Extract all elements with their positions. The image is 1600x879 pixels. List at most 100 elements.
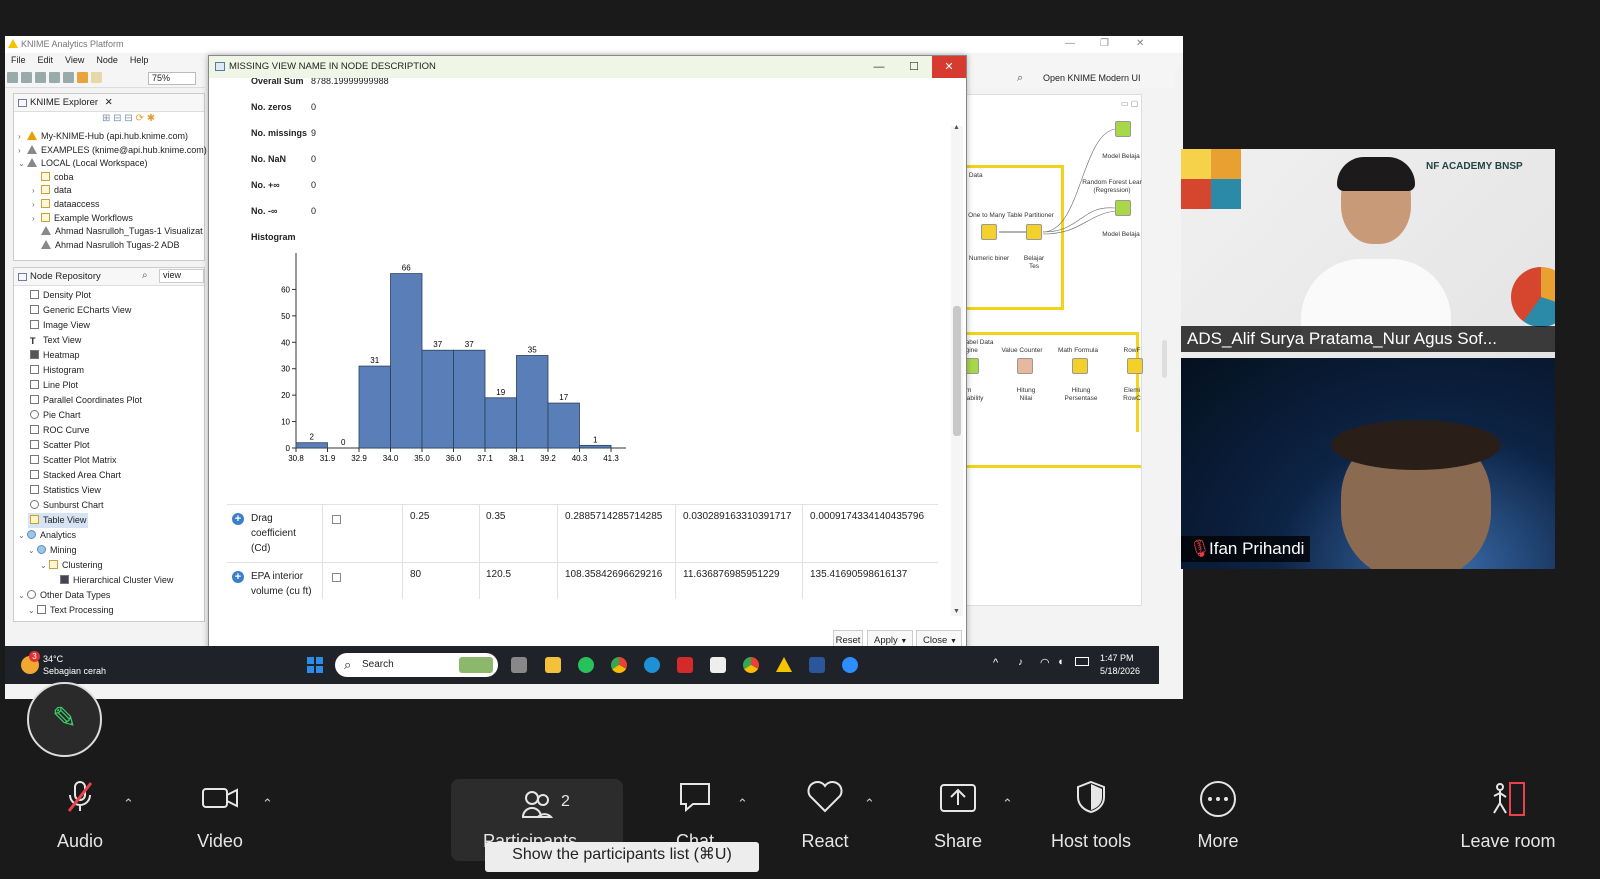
chat-options-caret[interactable]: ⌃ [737, 796, 748, 812]
print-icon[interactable] [49, 72, 60, 83]
whatsapp-icon[interactable] [578, 657, 594, 673]
repo-item[interactable]: T Text View [30, 333, 204, 348]
tree-item[interactable]: coba [18, 171, 204, 185]
save-all-icon[interactable] [35, 72, 46, 83]
node-repository-tab[interactable]: Node Repository ⌕ view [14, 268, 204, 286]
close-icon[interactable]: ✕ [1136, 38, 1144, 49]
undo-icon[interactable] [77, 72, 88, 83]
repo-category[interactable]: ⌄ Other Data Types [18, 588, 204, 603]
more-button[interactable]: More [1193, 779, 1243, 851]
split-handle[interactable] [1162, 340, 1167, 378]
refresh-icon[interactable]: ⟳ [136, 113, 144, 124]
chrome-icon[interactable] [611, 657, 627, 673]
audio-options-caret[interactable]: ⌃ [123, 796, 134, 812]
tree-item[interactable]: ⌄ LOCAL (Local Workspace) [18, 157, 204, 171]
taskbar-search[interactable]: ⌕ Search [335, 653, 498, 677]
menu-node[interactable]: Node [90, 53, 124, 65]
tree-item[interactable]: › data [18, 184, 204, 198]
volume-icon[interactable]: ◖ [1057, 656, 1064, 668]
repo-item[interactable]: Scatter Plot Matrix [30, 453, 204, 468]
repo-item[interactable]: Sunburst Chart [30, 498, 204, 513]
repo-item[interactable]: Generic ECharts View [30, 303, 204, 318]
minimize-icon[interactable]: — [1065, 38, 1075, 49]
menu-view[interactable]: View [59, 53, 90, 65]
link-icon[interactable]: ⊟ [124, 113, 132, 124]
react-options-caret[interactable]: ⌃ [864, 796, 875, 812]
video-tile-2[interactable]: 🎙 Ifan Prihandi [1181, 358, 1555, 569]
repo-item[interactable]: Density Plot [30, 288, 204, 303]
grid-icon[interactable] [63, 72, 74, 83]
share-options-caret[interactable]: ⌃ [1002, 796, 1013, 812]
battery-icon[interactable] [1075, 657, 1089, 666]
value-counter-node[interactable] [1017, 358, 1033, 374]
scrollbar-thumb[interactable] [953, 306, 961, 436]
wifi-icon[interactable]: ◠ [1040, 656, 1050, 669]
repo-item[interactable]: ROC Curve [30, 423, 204, 438]
filter-icon[interactable]: ⌕ [142, 270, 148, 281]
windows-start-icon[interactable] [307, 657, 323, 673]
workflow-canvas[interactable]: ▭ ▢ al Data One to Many Table Partitione… [959, 94, 1143, 606]
repo-item[interactable]: Hierarchical Cluster View [60, 573, 204, 588]
share-button[interactable]: Share [933, 779, 983, 851]
tree-item[interactable]: › EXAMPLES (knime@api.hub.knime.com) [18, 144, 207, 158]
menu-file[interactable]: File [5, 53, 32, 65]
open-modern-ui-button[interactable]: Open KNIME Modern UI [1043, 68, 1141, 88]
tree-item[interactable]: Ahmad Nasrulloh Tugas-2 ADB [18, 239, 204, 253]
repo-item[interactable]: Statistics View [30, 483, 204, 498]
repo-category[interactable]: ⌄ Analytics [18, 528, 204, 543]
tree-item[interactable]: › dataaccess [18, 198, 204, 212]
chrome-profile-icon[interactable] [743, 657, 759, 673]
menu-help[interactable]: Help [124, 53, 155, 65]
scroll-up-icon[interactable]: ▲ [953, 124, 960, 131]
video-options-caret[interactable]: ⌃ [262, 796, 273, 812]
repo-item[interactable]: Pie Chart [30, 408, 204, 423]
video-tile-1[interactable]: NF ACADEMY BNSP ADS_Alif Surya Pratama_N… [1181, 149, 1555, 358]
app-l-icon[interactable] [677, 657, 693, 673]
restore-icon[interactable]: ❐ [1100, 38, 1109, 49]
repo-item[interactable]: Stacked Area Chart [30, 468, 204, 483]
knime-taskbar-icon[interactable] [776, 657, 792, 672]
scroll-down-icon[interactable]: ▼ [953, 608, 960, 615]
new-icon[interactable] [7, 72, 18, 83]
tree-item[interactable]: Ahmad Nasrulloh_Tugas-1 Visualizat [18, 225, 204, 239]
react-button[interactable]: React [800, 779, 850, 851]
zoom-app-icon[interactable] [842, 657, 858, 673]
explorer-tab[interactable]: KNIME Explorer ✕ [14, 94, 204, 112]
repo-item[interactable]: Histogram [30, 363, 204, 378]
repo-item[interactable]: Image View [30, 318, 204, 333]
leave-room-button[interactable]: Leave room [1460, 779, 1556, 851]
redo-icon[interactable] [91, 72, 102, 83]
row-checkbox[interactable] [332, 573, 341, 582]
repo-item[interactable]: Scatter Plot [30, 438, 204, 453]
settings-icon[interactable]: ✱ [147, 113, 155, 124]
chat-button[interactable]: Chat [670, 779, 720, 851]
store-icon[interactable] [710, 657, 726, 673]
video-button[interactable]: Video [195, 779, 245, 851]
dialog-scrollbar[interactable]: ▲ ▼ [951, 124, 963, 616]
tree-item[interactable]: › My-KNIME-Hub (api.hub.knime.com) [18, 130, 204, 144]
tray-chevron-icon[interactable]: ^ [993, 657, 998, 669]
repo-category[interactable]: ⌄ Mining [28, 543, 204, 558]
expand-row-icon[interactable]: + [232, 513, 244, 525]
save-icon[interactable] [21, 72, 32, 83]
expand-row-icon[interactable]: + [232, 571, 244, 583]
edge-icon[interactable] [644, 657, 660, 673]
mic-tray-icon[interactable]: ♪ [1018, 657, 1023, 668]
row-filter-node[interactable] [1127, 358, 1143, 374]
clock-date[interactable]: 5/18/2026 [1100, 666, 1140, 676]
repo-item[interactable]: Heatmap [30, 348, 204, 363]
file-explorer-icon[interactable] [545, 657, 561, 673]
repo-item-selected[interactable]: Table View [28, 513, 88, 528]
repo-category[interactable]: ⌄ Clustering [40, 558, 204, 573]
dialog-maximize-button[interactable]: ☐ [897, 56, 931, 78]
dialog-close-button[interactable]: ✕ [932, 56, 966, 78]
collapse-icon[interactable]: ⊟ [113, 113, 121, 124]
word-icon[interactable] [809, 657, 825, 673]
clock-time[interactable]: 1:47 PM [1100, 653, 1134, 663]
annotate-pencil-button[interactable]: ✎ [27, 682, 102, 757]
dialog-minimize-button[interactable]: — [862, 56, 896, 78]
audio-button[interactable]: Audio [55, 779, 105, 851]
menu-edit[interactable]: Edit [32, 53, 60, 65]
repository-search-input[interactable]: view [159, 269, 204, 283]
row-checkbox[interactable] [332, 515, 341, 524]
